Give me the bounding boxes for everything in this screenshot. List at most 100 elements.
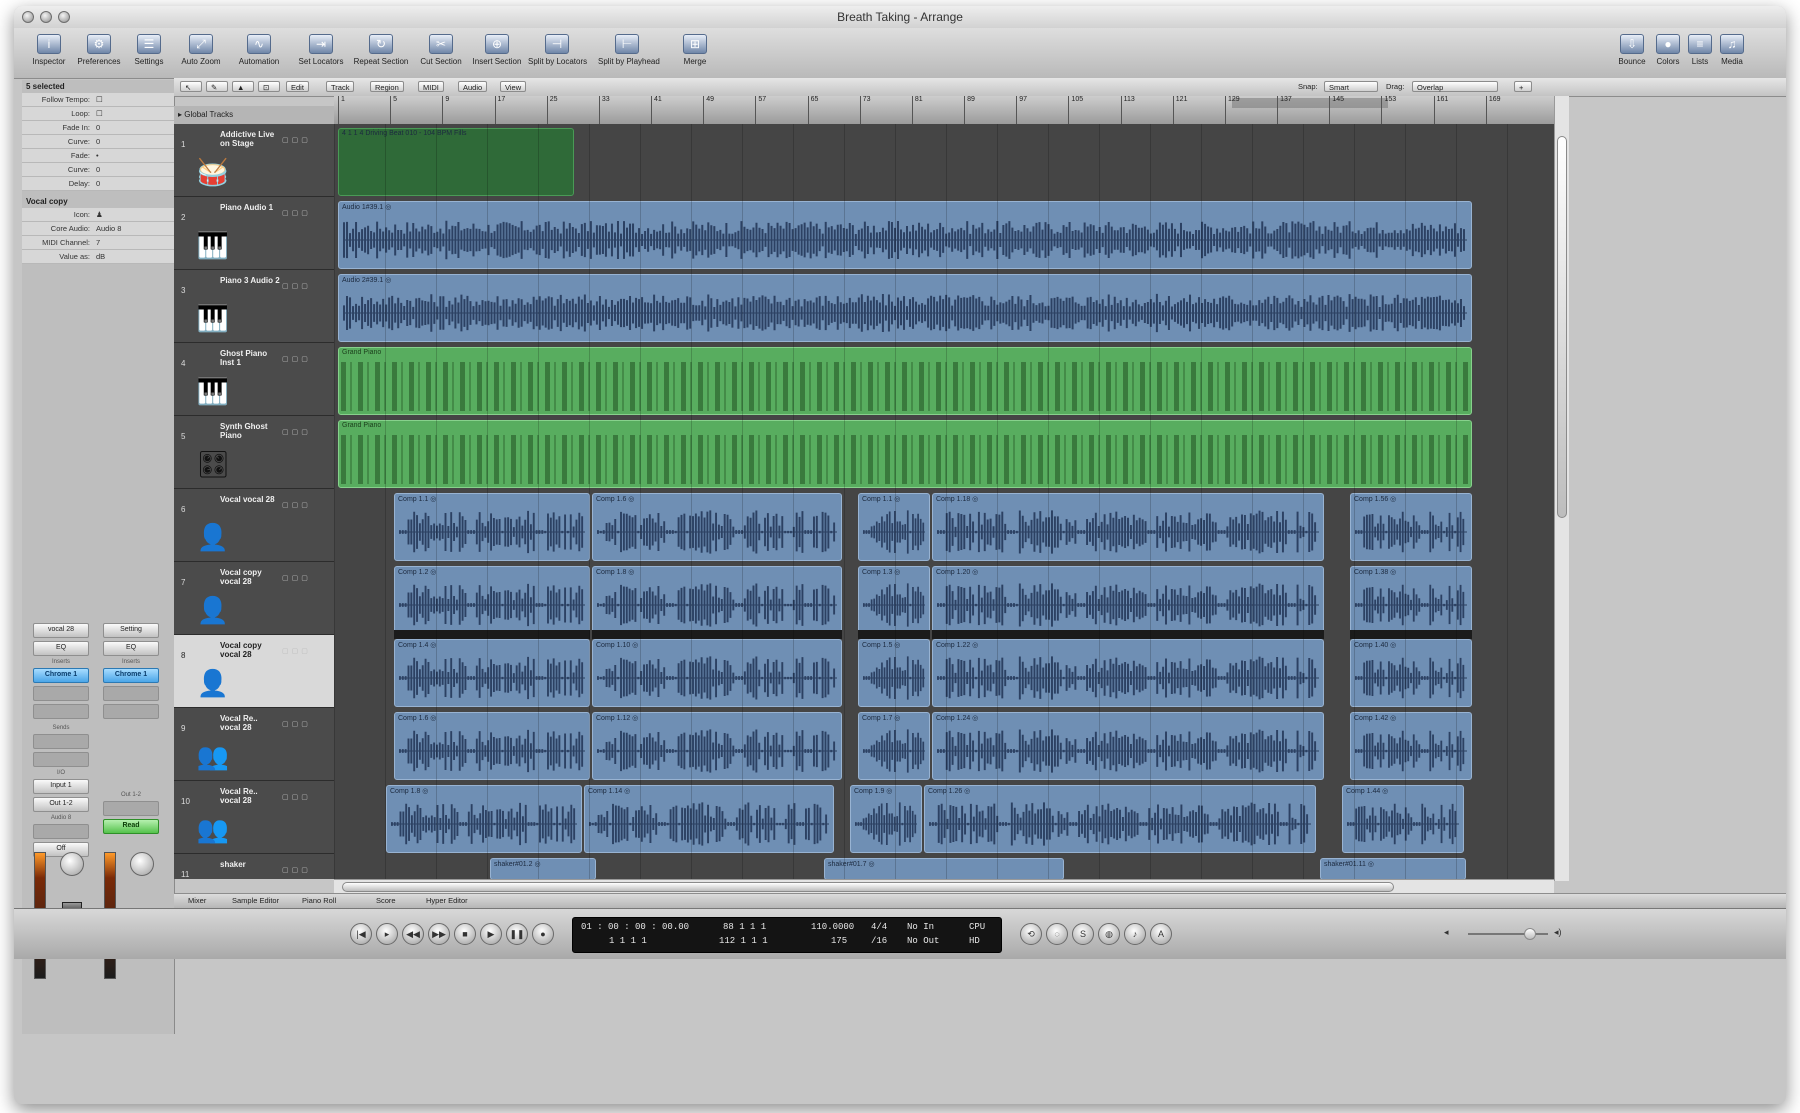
comp-region[interactable]: Comp 1.1 ◎ [858,493,930,561]
shaker-region[interactable]: shaker#01.7 ◎ [824,858,1064,879]
stop-button[interactable]: ■ [454,923,476,945]
colors-button[interactable]: ● Colors [1650,32,1686,76]
track-buttons[interactable]: ▢▢▢ [282,209,311,217]
track-buttons[interactable]: ▢▢▢ [282,355,311,363]
group-slot[interactable] [103,801,159,816]
menu-audio[interactable]: Audio [458,81,488,92]
region-parameters-header[interactable]: 5 selected [22,80,174,93]
zoom-button[interactable]: ⤢ Auto Zoom [172,32,230,76]
audio-region[interactable]: Audio 1#39.1 ◎ [338,201,1472,269]
go-to-beginning-button[interactable]: |◀ [350,923,372,945]
comp-region[interactable]: Comp 1.20 ◎ [932,566,1324,634]
comp-region[interactable]: Comp 1.9 ◎ [850,785,922,853]
take-folder-bar[interactable] [932,630,1324,639]
track-name[interactable]: Vocal vocal 28 [220,495,280,504]
drum-region[interactable]: 4 1 1 4 Driving Beat 010 - 104 BPM Fills [338,128,574,196]
play-button[interactable]: ▶ [480,923,502,945]
parameter-value[interactable]: dB [96,250,105,263]
audio-region[interactable]: Audio 2#39.1 ◎ [338,274,1472,342]
comp-region[interactable]: Comp 1.6 ◎ [394,712,590,780]
output-slot[interactable]: Out 1-2 [33,797,89,812]
drag-select[interactable]: Overlap [1412,81,1498,92]
menu-track[interactable]: Track [326,81,355,92]
track-header[interactable]: 9 Vocal Re.. vocal 28 ▢▢▢ 👥 [174,708,334,781]
tab-mixer[interactable]: Mixer [188,895,206,907]
take-folder-bar[interactable] [858,630,930,639]
region-parameter-row[interactable]: Delay: 0 [22,177,174,191]
comp-region[interactable]: Comp 1.26 ◎ [924,785,1316,853]
comp-region[interactable]: Comp 1.5 ◎ [858,639,930,707]
track-buttons[interactable]: ▢▢▢ [282,793,311,801]
insert-button[interactable]: ⊕ Insert Section [468,32,526,76]
parameter-value[interactable]: Audio 8 [96,222,121,235]
take-folder-bar[interactable] [394,630,590,639]
midi-region[interactable]: Grand Piano [338,420,1472,488]
region-parameter-row[interactable]: Fade: • [22,149,174,163]
sync-button[interactable]: ◍ [1098,923,1120,945]
vertical-scrollbar[interactable] [1554,96,1569,881]
track-name[interactable]: Vocal copy vocal 28 [220,568,280,586]
track-buttons[interactable]: ▢▢▢ [282,647,311,655]
parameter-value[interactable]: ☐ [96,93,103,106]
comp-region[interactable]: Comp 1.1 ◎ [394,493,590,561]
insert-slot-empty[interactable] [103,686,159,701]
track-name[interactable]: Synth Ghost Piano [220,422,280,440]
region-parameter-row[interactable]: Fade In: 0 [22,121,174,135]
parameter-value[interactable]: 0 [96,135,100,148]
comp-region[interactable]: Comp 1.8 ◎ [386,785,582,853]
tuner-button[interactable]: A [1150,923,1172,945]
parameter-value[interactable]: 0 [96,163,100,176]
click-button[interactable]: ♪ [1124,923,1146,945]
comp-region[interactable]: Comp 1.56 ◎ [1350,493,1472,561]
track-header[interactable]: 2 Piano Audio 1 ▢▢▢ 🎹 [174,197,334,270]
tab-score[interactable]: Score [376,895,396,907]
insert-slot-1[interactable]: Chrome 1 [33,668,89,683]
comp-region[interactable]: Comp 1.42 ◎ [1350,712,1472,780]
track-header[interactable]: 10 Vocal Re.. vocal 28 ▢▢▢ 👥 [174,781,334,854]
tab-piano-roll[interactable]: Piano Roll [302,895,336,907]
comp-region[interactable]: Comp 1.14 ◎ [584,785,834,853]
shaker-region[interactable]: shaker#01.11 ◎ [1320,858,1466,879]
automation-button[interactable]: ∿ Automation [230,32,288,76]
play-from-selection-button[interactable]: ▸ [376,923,398,945]
eq-button[interactable]: EQ [103,641,159,656]
split-button[interactable]: ⊣ Split by Locators [528,32,587,76]
rewind-button[interactable]: ◀◀ [402,923,424,945]
track-parameter-row[interactable]: Value as: dB [22,250,174,264]
pencil-tool-icon[interactable]: ✎ [206,81,228,92]
menu-view[interactable]: View [500,81,527,92]
tab-hyper-editor[interactable]: Hyper Editor [426,895,468,907]
master-volume-thumb[interactable] [1524,928,1536,940]
comp-region[interactable]: Comp 1.18 ◎ [932,493,1324,561]
parameter-value[interactable]: ♟ [96,208,103,221]
parameter-value[interactable]: 0 [96,121,100,134]
send-slot[interactable] [33,734,89,749]
tempo-display[interactable]: 110.0000 [811,922,854,932]
track-name[interactable]: Ghost Piano Inst 1 [220,349,280,367]
insert-slot-empty[interactable] [103,704,159,719]
shaker-region[interactable]: shaker#01.2 ◎ [490,858,596,879]
parameter-value[interactable]: 0 [96,177,100,190]
track-header[interactable]: 1 Addictive Live on Stage ▢▢▢ 🥁 [174,124,334,197]
strip-setting-button[interactable]: Setting [103,623,159,638]
fast-forward-button[interactable]: ▶▶ [428,923,450,945]
division-display[interactable]: /16 [871,936,887,946]
send-slot[interactable] [33,752,89,767]
bar-ruler[interactable]: 1 5 9 17 25 33 41 49 57 65 73 81 89 97 105 113 121 129 137… [334,96,1554,125]
comp-region[interactable]: Comp 1.12 ◎ [592,712,842,780]
arrange-area[interactable]: 4 1 1 4 Driving Beat 010 - 104 BPM Fills… [334,124,1554,879]
track-name[interactable]: Vocal copy vocal 28 [220,641,280,659]
cycle-range[interactable] [1232,98,1388,108]
insert-slot-empty[interactable] [33,704,89,719]
media-button[interactable]: ♫ Media [1714,32,1750,76]
parameter-value[interactable]: 7 [96,236,100,249]
parameter-value[interactable]: ☐ [96,107,103,120]
region-parameter-row[interactable]: Loop: ☐ [22,107,174,121]
track-name[interactable]: Vocal Re.. vocal 28 [220,787,280,805]
input-slot[interactable]: Input 1 [33,779,89,794]
pause-button[interactable]: ❚❚ [506,923,528,945]
track-name[interactable]: Piano 3 Audio 2 [220,276,280,285]
track-name[interactable]: Addictive Live on Stage [220,130,280,148]
menu-region[interactable]: Region [370,81,404,92]
comp-region[interactable]: Comp 1.40 ◎ [1350,639,1472,707]
